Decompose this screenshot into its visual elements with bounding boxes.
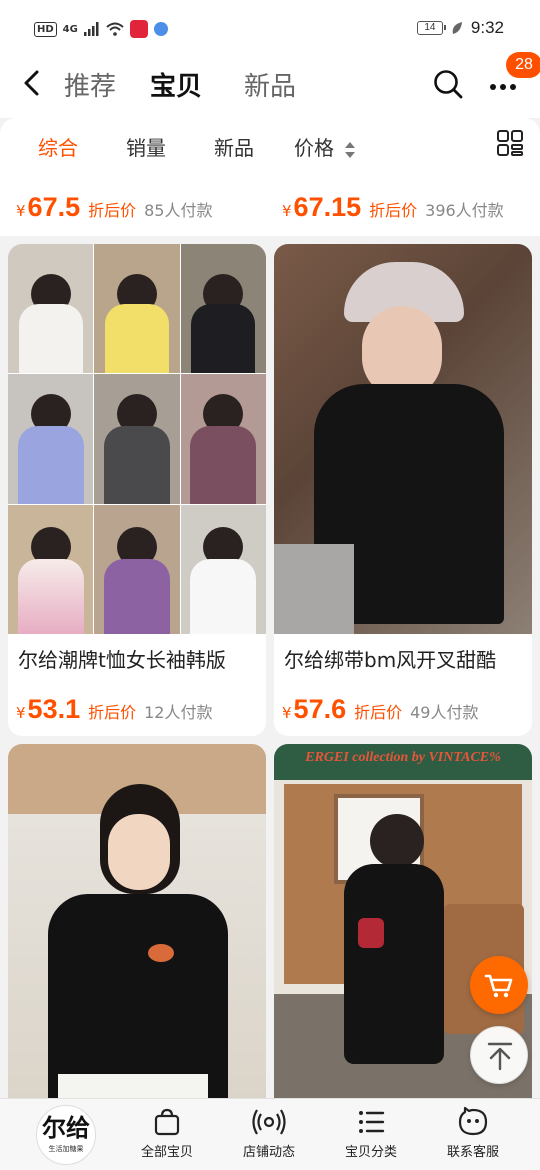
paid-count: 396人付款: [425, 201, 504, 220]
pants-shape: [274, 544, 354, 634]
product-price-row: ¥ 53.1 折后价 12人付款: [16, 694, 213, 725]
back-icon[interactable]: [18, 68, 48, 98]
tab-recommend[interactable]: 推荐: [64, 66, 116, 103]
logo-text: 尔给: [42, 1113, 90, 1142]
currency-symbol: ¥: [16, 202, 26, 220]
status-bar: HD 4G 14 9:32: [0, 0, 540, 58]
tshirt-shape: [48, 894, 228, 1100]
bottom-item-store-updates[interactable]: 店铺动态: [224, 1107, 314, 1160]
network-indicator: 4G: [62, 23, 78, 35]
floating-cart-button[interactable]: [470, 956, 528, 1014]
product-image: [8, 744, 266, 1100]
hair-shape: [370, 814, 424, 868]
product-price-row: ¥ 57.6 折后价 49人付款: [282, 694, 479, 725]
bottom-item-label: 宝贝分类: [344, 1145, 397, 1160]
product-card[interactable]: 尔给潮牌t恤女长袖韩版 ¥ 53.1 折后价 12人付款: [8, 244, 266, 736]
list-icon: [359, 1111, 385, 1133]
paid-count: 12人付款: [144, 703, 213, 722]
filter-sales[interactable]: 销量: [126, 132, 166, 161]
filter-price-label: 价格: [294, 136, 334, 160]
battery-level: 14: [424, 22, 436, 33]
search-icon[interactable]: [432, 68, 464, 100]
hd-indicator: HD: [34, 21, 57, 37]
bag-shape: [358, 918, 384, 948]
paid-count: 85人付款: [144, 201, 213, 220]
discount-label: 折后价: [369, 201, 418, 220]
face-shape: [108, 814, 170, 890]
bottom-bar: 尔给 生活加糖果 全部宝贝 店铺动态 宝贝分类 联系客服: [0, 1098, 540, 1170]
product-price: 67.5: [27, 192, 81, 222]
product-title: 尔给绑带bm风开叉甜酷: [284, 648, 497, 672]
back-to-top-button[interactable]: [470, 1026, 528, 1084]
product-price: 53.1: [27, 694, 81, 724]
bottom-item-categories[interactable]: 宝贝分类: [326, 1107, 416, 1160]
wifi-icon: [106, 22, 124, 36]
cart-badge: 28: [506, 52, 540, 78]
product-price-row-2[interactable]: ¥ 67.15 折后价 396人付款: [282, 192, 504, 223]
banner-text: ERGEI collection by VINTACE%: [305, 750, 501, 765]
bottom-item-all-products[interactable]: 全部宝贝: [122, 1107, 212, 1160]
collage-photo: [180, 244, 266, 374]
grid-view-icon[interactable]: [496, 129, 524, 157]
product-price: 67.15: [293, 192, 362, 222]
product-price: 57.6: [293, 694, 347, 724]
filter-price[interactable]: 价格: [294, 132, 356, 161]
discount-label: 折后价: [88, 703, 137, 722]
collage-grid: [8, 244, 266, 634]
broadcast-icon: [252, 1109, 286, 1135]
cart-icon: [484, 974, 513, 998]
currency-symbol: ¥: [16, 704, 26, 722]
collage-photo: [94, 504, 180, 634]
product-title: 尔给潮牌t恤女长袖韩版: [18, 648, 226, 672]
clock: 9:32: [470, 18, 504, 37]
leaf-icon: [452, 22, 462, 34]
print-shape: [148, 944, 174, 962]
filter-new[interactable]: 新品: [214, 132, 254, 161]
product-card[interactable]: 尔给绑带bm风开叉甜酷 ¥ 57.6 折后价 49人付款: [274, 244, 532, 736]
signal-icon: [83, 22, 99, 36]
filter-comprehensive[interactable]: 综合: [38, 132, 78, 161]
shorts-shape: [58, 1074, 208, 1100]
tab-new[interactable]: 新品: [244, 66, 296, 103]
collage-photo: [94, 374, 180, 504]
collage-photo: [94, 244, 180, 374]
currency-symbol: ¥: [282, 704, 292, 722]
bottom-item-label: 联系客服: [446, 1145, 499, 1160]
collage-photo: [180, 504, 266, 634]
filter-bar: 综合 销量 新品 价格: [0, 118, 540, 172]
bottom-item-label: 全部宝贝: [140, 1145, 193, 1160]
shop-logo[interactable]: 尔给 生活加糖果: [36, 1105, 96, 1165]
battery-icon: 14: [416, 21, 446, 35]
sort-arrows-icon: [345, 141, 356, 158]
collage-photo: [180, 374, 266, 504]
bottom-item-label: 店铺动态: [242, 1145, 295, 1160]
product-grid: ¥ 67.5 折后价 85人付款 ¥ 67.15 折后价 396人付款 尔给潮牌…: [0, 172, 540, 1100]
bottom-item-customer-service[interactable]: 联系客服: [428, 1107, 518, 1160]
collage-photo: [8, 374, 94, 504]
collage-photo: [8, 504, 94, 634]
tab-products[interactable]: 宝贝: [150, 66, 202, 103]
dress-shape: [344, 864, 444, 1064]
shopping-bag-icon: [154, 1108, 180, 1136]
currency-symbol: ¥: [282, 202, 292, 220]
product-image: [8, 244, 266, 634]
top-nav: 推荐 宝贝 新品 28: [0, 52, 540, 118]
discount-label: 折后价: [354, 703, 403, 722]
product-card[interactable]: [8, 744, 266, 1100]
notification-app-icon: [129, 20, 148, 38]
notification-app2-icon: [153, 22, 168, 36]
collage-photo: [8, 244, 94, 374]
product-price-row-1[interactable]: ¥ 67.5 折后价 85人付款: [16, 192, 213, 223]
paid-count: 49人付款: [410, 703, 479, 722]
arrow-up-icon: [487, 1042, 513, 1071]
discount-label: 折后价: [88, 201, 137, 220]
chat-face-icon: [458, 1107, 488, 1136]
product-image: [274, 244, 532, 634]
